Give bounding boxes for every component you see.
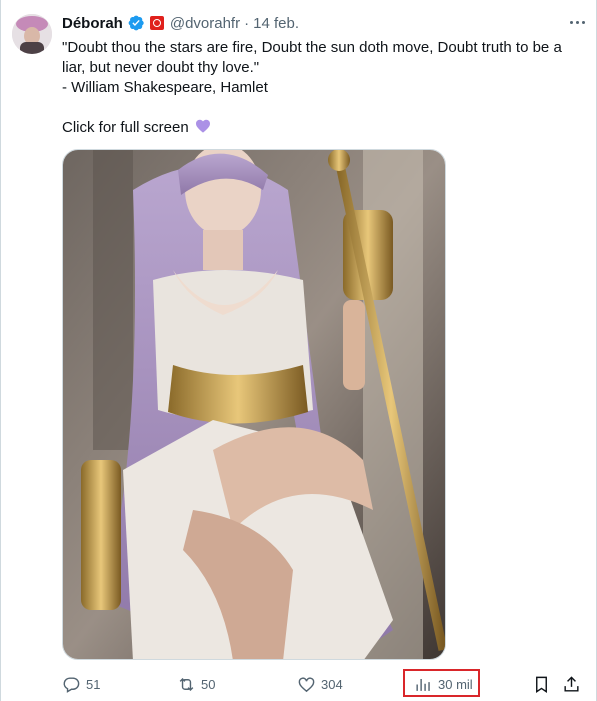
tweet-header: Déborah @dvorahfr · 14 feb. (62, 12, 585, 34)
avatar-image (12, 14, 52, 54)
share-button[interactable] (562, 672, 581, 696)
retweet-icon (179, 677, 194, 691)
share-icon (564, 675, 579, 692)
retweet-count: 50 (201, 676, 216, 692)
affiliation-badge-icon (149, 16, 164, 30)
bookmark-icon (536, 676, 547, 693)
author-handle[interactable]: @dvorahfr (170, 15, 240, 32)
like-icon (298, 676, 315, 692)
tweet-attribution: - William Shakespeare, Hamlet (62, 79, 268, 96)
separator-dot: · (244, 14, 250, 32)
avatar[interactable] (12, 14, 52, 54)
retweet-button[interactable]: 50 (177, 672, 215, 696)
tweet-date[interactable]: 14 feb. (253, 15, 299, 32)
tweet-cta: Click for full screen (62, 118, 584, 138)
tweet-cta-text: Click for full screen (62, 119, 189, 136)
tweet-media-image[interactable] (62, 149, 446, 660)
tweet-text: "Doubt thou the stars are fire, Doubt th… (62, 38, 584, 138)
reply-button[interactable]: 51 (62, 672, 100, 696)
image-artwork (63, 150, 445, 659)
tweet-quote: "Doubt thou the stars are fire, Doubt th… (62, 39, 562, 76)
views-highlight-box (403, 669, 480, 697)
verified-badge-icon (128, 15, 144, 31)
bookmark-button[interactable] (532, 672, 551, 696)
author-name[interactable]: Déborah (62, 15, 123, 32)
reply-icon (63, 676, 80, 693)
like-button[interactable]: 304 (297, 672, 343, 696)
tweet-actions: 51 50 304 30 mil (62, 672, 584, 696)
reply-count: 51 (86, 676, 101, 692)
purple-heart-icon (195, 119, 210, 133)
more-icon[interactable] (567, 12, 587, 32)
like-count: 304 (321, 676, 343, 692)
